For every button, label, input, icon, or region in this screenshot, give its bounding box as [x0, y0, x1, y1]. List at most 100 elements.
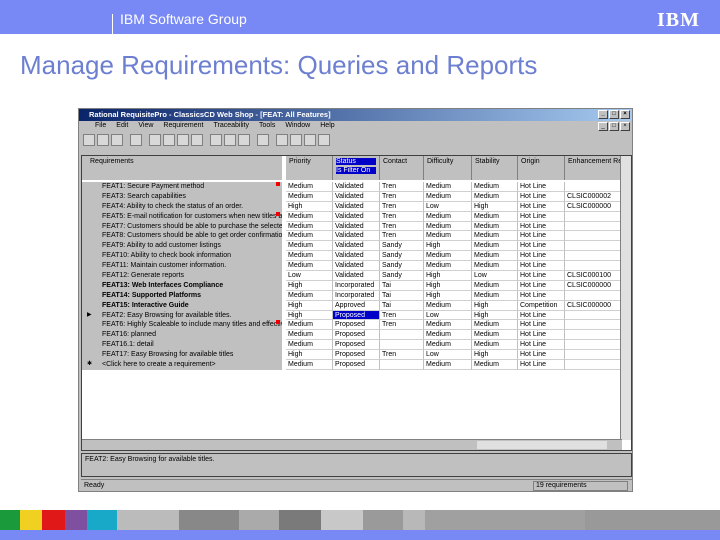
- priority-cell[interactable]: Low: [286, 271, 333, 281]
- status-filter[interactable]: Is Filter On: [336, 167, 376, 174]
- contact-cell[interactable]: [380, 340, 424, 351]
- status-cell[interactable]: Incorporated: [333, 280, 380, 291]
- table-row[interactable]: FEAT9: Ability to add customer listings M…: [82, 241, 631, 252]
- requirement-cell[interactable]: <Click here to create a requirement> ✱: [82, 360, 284, 370]
- requirement-cell[interactable]: FEAT2: Easy Browsing for available title…: [82, 310, 284, 321]
- open-icon[interactable]: [97, 134, 109, 146]
- contact-cell[interactable]: [380, 360, 424, 370]
- priority-cell[interactable]: Medium: [286, 182, 333, 192]
- stability-cell[interactable]: Medium: [472, 330, 518, 341]
- origin-cell[interactable]: Hot Line: [518, 350, 565, 361]
- contact-cell[interactable]: Tren: [380, 231, 424, 242]
- contact-cell[interactable]: Tren: [380, 320, 424, 331]
- stability-cell[interactable]: Medium: [472, 191, 518, 202]
- difficulty-cell[interactable]: Medium: [424, 191, 472, 202]
- table-row[interactable]: FEAT10: Ability to check book informatio…: [82, 251, 631, 262]
- scrollbar-thumb[interactable]: [477, 441, 607, 449]
- status-cell[interactable]: Validated: [333, 211, 380, 222]
- contact-cell[interactable]: Tren: [380, 182, 424, 192]
- vertical-scrollbar[interactable]: [620, 156, 631, 440]
- origin-cell[interactable]: Hot Line: [518, 290, 565, 301]
- status-cell[interactable]: Proposed: [333, 350, 380, 361]
- priority-cell[interactable]: Medium: [286, 290, 333, 301]
- column-header-requirements[interactable]: Requirements: [82, 156, 284, 180]
- menu-traceability[interactable]: Traceability: [213, 122, 249, 131]
- print-icon[interactable]: [130, 134, 142, 146]
- column-header-difficulty[interactable]: Difficulty: [424, 156, 472, 180]
- priority-cell[interactable]: Medium: [286, 251, 333, 262]
- contact-cell[interactable]: Tai: [380, 280, 424, 291]
- status-cell[interactable]: Validated: [333, 182, 380, 192]
- requirement-cell[interactable]: FEAT9: Ability to add customer listings: [82, 241, 284, 252]
- save-icon[interactable]: [111, 134, 123, 146]
- enhancement-req-cell[interactable]: [565, 211, 622, 222]
- table-row[interactable]: FEAT2: Easy Browsing for available title…: [82, 310, 631, 321]
- menu-view[interactable]: View: [138, 122, 153, 131]
- tree-icon[interactable]: [290, 134, 302, 146]
- priority-cell[interactable]: Medium: [286, 211, 333, 222]
- description-pane[interactable]: FEAT2: Easy Browsing for available title…: [81, 453, 632, 477]
- difficulty-cell[interactable]: Medium: [424, 300, 472, 311]
- difficulty-cell[interactable]: Medium: [424, 251, 472, 262]
- requirement-cell[interactable]: FEAT11: Maintain customer information.: [82, 261, 284, 272]
- discussion-icon[interactable]: [318, 134, 330, 146]
- table-row[interactable]: FEAT16: planned Medium Proposed Medium Mediu…: [82, 330, 631, 341]
- contact-cell[interactable]: Tai: [380, 300, 424, 311]
- difficulty-cell[interactable]: Medium: [424, 330, 472, 341]
- contact-cell[interactable]: Tren: [380, 201, 424, 212]
- maximize-button[interactable]: □: [609, 110, 619, 119]
- difficulty-cell[interactable]: Medium: [424, 211, 472, 222]
- stability-cell[interactable]: Medium: [472, 340, 518, 351]
- origin-cell[interactable]: Hot Line: [518, 320, 565, 331]
- priority-cell[interactable]: Medium: [286, 191, 333, 202]
- bracket-icon[interactable]: [149, 134, 161, 146]
- priority-cell[interactable]: High: [286, 280, 333, 291]
- properties-icon[interactable]: [163, 134, 175, 146]
- chart-icon[interactable]: [304, 134, 316, 146]
- menu-help[interactable]: Help: [320, 122, 334, 131]
- filter-icon[interactable]: [210, 134, 222, 146]
- difficulty-cell[interactable]: Medium: [424, 320, 472, 331]
- contact-cell[interactable]: Sandy: [380, 261, 424, 272]
- enhancement-req-cell[interactable]: CLSIC000100: [565, 271, 622, 281]
- table-row[interactable]: FEAT14: Supported Platforms Medium Incorpo…: [82, 290, 631, 301]
- difficulty-cell[interactable]: Medium: [424, 340, 472, 351]
- origin-cell[interactable]: Hot Line: [518, 330, 565, 341]
- origin-cell[interactable]: Hot Line: [518, 280, 565, 291]
- status-cell[interactable]: Proposed: [333, 340, 380, 351]
- priority-cell[interactable]: Medium: [286, 330, 333, 341]
- requirement-cell[interactable]: FEAT8: Customers should be able to get o…: [82, 231, 284, 242]
- column-header-enhancement-req[interactable]: Enhancement Req: [565, 156, 622, 180]
- status-cell[interactable]: Proposed: [333, 330, 380, 341]
- requirement-cell[interactable]: FEAT16.1: detail: [82, 340, 284, 351]
- table-row[interactable]: <Click here to create a requirement> ✱ Med…: [82, 360, 631, 370]
- stability-cell[interactable]: Medium: [472, 320, 518, 331]
- status-cell[interactable]: Proposed: [333, 320, 380, 331]
- origin-cell[interactable]: Competition: [518, 300, 565, 311]
- stability-cell[interactable]: Medium: [472, 211, 518, 222]
- table-row[interactable]: FEAT7: Customers should be able to purch…: [82, 221, 631, 232]
- priority-cell[interactable]: Medium: [286, 221, 333, 232]
- trace-icon[interactable]: [238, 134, 250, 146]
- difficulty-cell[interactable]: Medium: [424, 182, 472, 192]
- priority-cell[interactable]: Medium: [286, 360, 333, 370]
- origin-cell[interactable]: Hot Line: [518, 261, 565, 272]
- menu-tools[interactable]: Tools: [259, 122, 275, 131]
- requirement-cell[interactable]: FEAT10: Ability to check book informatio…: [82, 251, 284, 262]
- requirement-cell[interactable]: FEAT5: E-mail notification for customers…: [82, 211, 284, 222]
- contact-cell[interactable]: Tai: [380, 290, 424, 301]
- status-cell[interactable]: Validated: [333, 241, 380, 252]
- table-row[interactable]: FEAT5: E-mail notification for customers…: [82, 211, 631, 222]
- enhancement-req-cell[interactable]: CLSIC000000: [565, 201, 622, 212]
- stability-cell[interactable]: Medium: [472, 290, 518, 301]
- origin-cell[interactable]: Hot Line: [518, 211, 565, 222]
- stability-cell[interactable]: Medium: [472, 261, 518, 272]
- enhancement-req-cell[interactable]: [565, 320, 622, 331]
- difficulty-cell[interactable]: Medium: [424, 221, 472, 232]
- difficulty-cell[interactable]: Low: [424, 201, 472, 212]
- table-row[interactable]: FEAT6: Highly Scaleable to include many …: [82, 320, 631, 331]
- stability-cell[interactable]: High: [472, 201, 518, 212]
- enhancement-req-cell[interactable]: CLSIC000000: [565, 280, 622, 291]
- table-row[interactable]: FEAT4: Ability to check the status of an…: [82, 201, 631, 212]
- column-header-status[interactable]: Status Is Filter On: [333, 156, 380, 180]
